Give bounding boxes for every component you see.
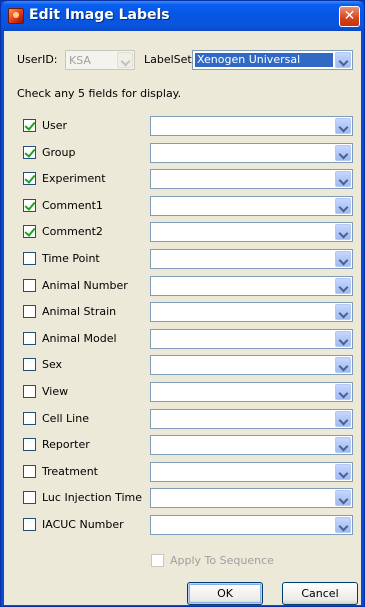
value-select-group[interactable] — [150, 143, 353, 163]
chevron-down-icon[interactable] — [335, 198, 351, 214]
value-select-animal-model[interactable] — [150, 329, 353, 349]
field-label-sex: Sex — [42, 358, 63, 371]
userid-label: UserID: — [17, 53, 58, 66]
value-select-comment1[interactable] — [150, 196, 353, 216]
chevron-down-icon[interactable] — [335, 411, 351, 427]
value-select-sex[interactable] — [150, 355, 353, 375]
checkbox-cell-line[interactable] — [23, 412, 36, 425]
cancel-button[interactable]: Cancel — [282, 582, 358, 605]
chevron-down-icon[interactable] — [335, 517, 351, 533]
checkbox-experiment[interactable] — [23, 172, 36, 185]
field-label-cell-line: Cell Line — [42, 412, 89, 425]
checkbox-sex[interactable] — [23, 358, 36, 371]
value-select-cell-line[interactable] — [150, 409, 353, 429]
chevron-down-icon[interactable] — [335, 331, 351, 347]
field-label-animal-number: Animal Number — [42, 279, 128, 292]
chevron-down-icon[interactable] — [335, 437, 351, 453]
close-button[interactable]: ✕ — [339, 6, 360, 27]
dialog-window: Edit Image Labels ✕ UserID: KSA LabelSet… — [0, 0, 365, 607]
userid-value: KSA — [69, 54, 91, 67]
checkbox-animal-model[interactable] — [23, 332, 36, 345]
chevron-down-icon[interactable] — [335, 171, 351, 187]
field-label-animal-model: Animal Model — [42, 332, 117, 345]
chevron-down-icon[interactable] — [335, 52, 351, 68]
checkbox-time-point[interactable] — [23, 252, 36, 265]
labelset-select[interactable]: Xenogen Universal — [192, 50, 353, 70]
checkbox-luc-injection-time[interactable] — [23, 491, 36, 504]
checkbox-animal-strain[interactable] — [23, 305, 36, 318]
field-label-luc-injection-time: Luc Injection Time — [42, 491, 143, 504]
chevron-down-icon[interactable] — [335, 464, 351, 480]
chevron-down-icon[interactable] — [335, 357, 351, 373]
checkbox-group[interactable] — [23, 146, 36, 159]
checkbox-animal-number[interactable] — [23, 279, 36, 292]
value-select-iacuc-number[interactable] — [150, 515, 353, 535]
checkbox-comment2[interactable] — [23, 225, 36, 238]
labelset-value: Xenogen Universal — [195, 53, 333, 67]
checkbox-user[interactable] — [23, 119, 36, 132]
ok-button[interactable]: OK — [187, 582, 263, 605]
labelset-label: LabelSet: — [144, 53, 196, 66]
checkbox-view[interactable] — [23, 385, 36, 398]
apply-to-sequence-label: Apply To Sequence — [170, 554, 274, 567]
chevron-down-icon[interactable] — [335, 278, 351, 294]
value-select-reporter[interactable] — [150, 435, 353, 455]
checkbox-iacuc-number[interactable] — [23, 518, 36, 531]
field-label-animal-strain: Animal Strain — [42, 305, 117, 318]
chevron-down-icon[interactable] — [335, 145, 351, 161]
value-select-user[interactable] — [150, 116, 353, 136]
field-label-time-point: Time Point — [42, 252, 100, 265]
field-label-experiment: Experiment — [42, 172, 106, 185]
window-title: Edit Image Labels — [29, 7, 170, 23]
chevron-down-icon[interactable] — [335, 251, 351, 267]
field-label-user: User — [42, 119, 68, 132]
chevron-down-icon[interactable] — [335, 384, 351, 400]
field-label-comment1: Comment1 — [42, 199, 103, 212]
app-icon — [8, 8, 24, 24]
chevron-down-icon — [117, 52, 133, 68]
value-select-comment2[interactable] — [150, 222, 353, 242]
value-select-animal-strain[interactable] — [150, 302, 353, 322]
apply-to-sequence-checkbox[interactable] — [151, 554, 164, 567]
value-select-time-point[interactable] — [150, 249, 353, 269]
field-label-treatment: Treatment — [42, 465, 98, 478]
dialog-body: UserID: KSA LabelSet: Xenogen Universal … — [4, 31, 361, 605]
field-label-comment2: Comment2 — [42, 225, 103, 238]
value-select-view[interactable] — [150, 382, 353, 402]
instruction-text: Check any 5 fields for display. — [17, 87, 182, 100]
value-select-animal-number[interactable] — [150, 276, 353, 296]
value-select-luc-injection-time[interactable] — [150, 488, 353, 508]
chevron-down-icon[interactable] — [335, 304, 351, 320]
checkbox-reporter[interactable] — [23, 438, 36, 451]
field-label-group: Group — [42, 146, 76, 159]
value-select-experiment[interactable] — [150, 169, 353, 189]
userid-select: KSA — [65, 50, 135, 70]
chevron-down-icon[interactable] — [335, 490, 351, 506]
field-label-reporter: Reporter — [42, 438, 90, 451]
checkbox-comment1[interactable] — [23, 199, 36, 212]
chevron-down-icon[interactable] — [335, 118, 351, 134]
value-select-treatment[interactable] — [150, 462, 353, 482]
chevron-down-icon[interactable] — [335, 224, 351, 240]
title-bar[interactable]: Edit Image Labels ✕ — [1, 1, 364, 31]
field-label-view: View — [42, 385, 69, 398]
checkbox-treatment[interactable] — [23, 465, 36, 478]
field-label-iacuc-number: IACUC Number — [42, 518, 124, 531]
